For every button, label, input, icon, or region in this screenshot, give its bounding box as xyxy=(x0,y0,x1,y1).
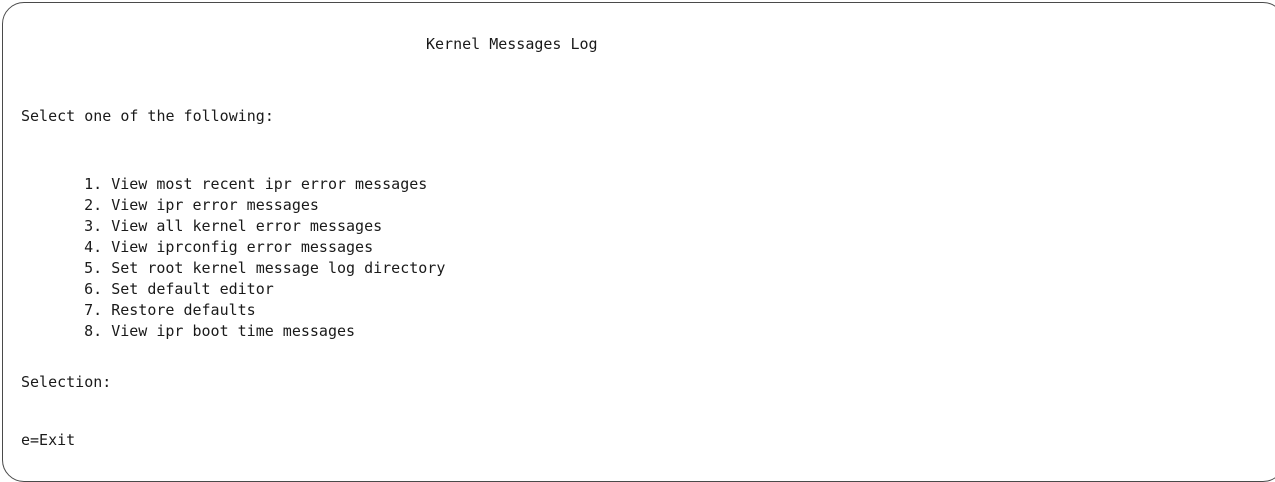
menu-item-label: View ipr error messages xyxy=(111,196,319,214)
menu-item-label: View all kernel error messages xyxy=(111,217,383,235)
menu-item-number: 5. xyxy=(84,259,103,277)
menu-item-label: Restore defaults xyxy=(111,301,256,319)
selection-input[interactable] xyxy=(121,373,422,391)
exit-key-hint[interactable]: e=Exit xyxy=(21,431,75,449)
menu-list: 1. View most recent ipr error messages 2… xyxy=(48,153,446,340)
menu-item-label: Set default editor xyxy=(111,280,274,298)
menu-item-number: 2. xyxy=(84,196,103,214)
menu-item-label: View iprconfig error messages xyxy=(111,238,374,256)
selection-label: Selection: xyxy=(21,373,112,391)
menu-item-number: 8. xyxy=(84,322,103,340)
menu-item-number: 4. xyxy=(84,238,103,256)
menu-item-label: View most recent ipr error messages xyxy=(111,175,428,193)
menu-item-label: Set root kernel message log directory xyxy=(111,259,446,277)
selection-prompt: Select one of the following: xyxy=(21,107,274,125)
menu-item-view-recent-ipr-errors[interactable]: 1. View most recent ipr error messages xyxy=(48,153,445,193)
menu-item-number: 1. xyxy=(84,175,103,193)
menu-item-label: View ipr boot time messages xyxy=(111,322,356,340)
screen-title: Kernel Messages Log xyxy=(426,35,598,53)
menu-item-number: 3. xyxy=(84,217,103,235)
menu-item-number: 7. xyxy=(84,301,103,319)
menu-item-number: 6. xyxy=(84,280,103,298)
selection-row: Selection: xyxy=(21,373,422,391)
